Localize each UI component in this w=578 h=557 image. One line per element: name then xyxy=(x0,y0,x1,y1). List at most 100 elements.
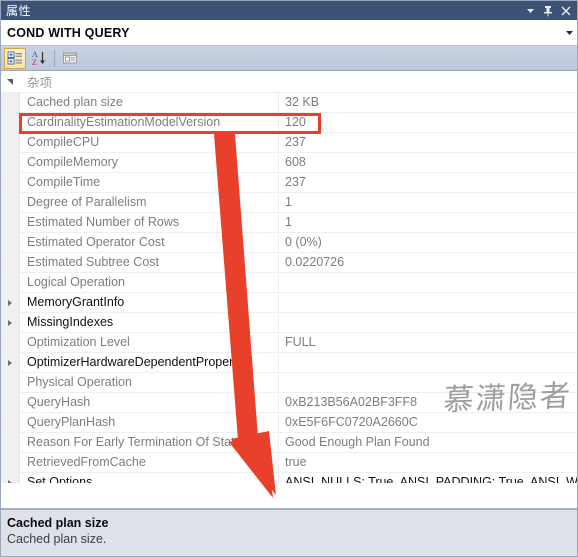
property-name: MissingIndexes xyxy=(19,313,279,332)
triangle-right-icon xyxy=(8,359,12,366)
property-value[interactable]: 0xE5F6FC0720A2660C xyxy=(279,413,577,432)
property-value[interactable]: 32 KB xyxy=(279,93,577,112)
property-value[interactable]: ANSI_NULLS: True, ANSI_PADDING: True, AN… xyxy=(279,473,577,483)
description-pane: Cached plan size Cached plan size. xyxy=(1,508,577,556)
triangle-right-icon xyxy=(8,319,12,326)
table-row[interactable]: CardinalityEstimationModelVersion 120 xyxy=(1,113,577,133)
property-name: Estimated Operator Cost xyxy=(19,233,279,252)
table-row[interactable]: MissingIndexes xyxy=(1,313,577,333)
row-expander xyxy=(1,133,19,152)
row-expander xyxy=(1,153,19,172)
row-expander xyxy=(1,433,19,452)
property-pages-button[interactable] xyxy=(59,48,81,69)
svg-text:Z: Z xyxy=(32,58,37,66)
property-name: Set Options xyxy=(19,473,279,483)
category-row-misc[interactable]: 杂项 xyxy=(1,71,577,93)
row-expander xyxy=(1,413,19,432)
table-row[interactable]: Degree of Parallelism 1 xyxy=(1,193,577,213)
table-row[interactable]: Logical Operation xyxy=(1,273,577,293)
property-value[interactable] xyxy=(279,293,577,312)
close-icon[interactable] xyxy=(557,2,575,19)
property-value[interactable]: true xyxy=(279,453,577,472)
row-expander xyxy=(1,113,19,132)
table-row[interactable]: CompileCPU 237 xyxy=(1,133,577,153)
table-row[interactable]: Optimization Level FULL xyxy=(1,333,577,353)
table-row[interactable]: QueryPlanHash 0xE5F6FC0720A2660C xyxy=(1,413,577,433)
property-name: Optimization Level xyxy=(19,333,279,352)
object-selector[interactable]: COND WITH QUERY xyxy=(1,20,577,46)
row-expander xyxy=(1,393,19,412)
table-row[interactable]: Reason For Early Termination Of Statemen… xyxy=(1,433,577,453)
property-value[interactable] xyxy=(279,373,577,392)
window-titlebar: 属性 xyxy=(1,1,577,20)
chevron-down-icon[interactable] xyxy=(561,20,577,45)
row-expander xyxy=(1,373,19,392)
alphabetical-button[interactable]: A Z xyxy=(28,48,50,69)
description-text: Cached plan size. xyxy=(7,532,107,546)
property-name: Logical Operation xyxy=(19,273,279,292)
category-expander[interactable] xyxy=(1,71,19,92)
table-row[interactable]: QueryHash 0xB213B56A02BF3FF8 xyxy=(1,393,577,413)
category-label: 杂项 xyxy=(27,76,53,90)
table-row[interactable]: RetrievedFromCache true xyxy=(1,453,577,473)
property-name: CompileTime xyxy=(19,173,279,192)
property-value[interactable]: 0.0220726 xyxy=(279,253,577,272)
property-name: RetrievedFromCache xyxy=(19,453,279,472)
row-expander xyxy=(1,213,19,232)
table-row[interactable]: Set Options ANSI_NULLS: True, ANSI_PADDI… xyxy=(1,473,577,483)
property-value[interactable]: 237 xyxy=(279,173,577,192)
property-value[interactable] xyxy=(279,313,577,332)
triangle-right-icon xyxy=(8,479,12,483)
property-name: Reason For Early Termination Of Statemen… xyxy=(19,433,279,452)
table-row[interactable]: CompileMemory 608 xyxy=(1,153,577,173)
property-name: CompileCPU xyxy=(19,133,279,152)
row-expander xyxy=(1,253,19,272)
pin-icon[interactable] xyxy=(539,2,557,19)
property-name: QueryPlanHash xyxy=(19,413,279,432)
description-title: Cached plan size xyxy=(7,516,109,530)
properties-window: 属性 COND WITH QUERY A Z 杂项 Cached plan si… xyxy=(0,0,578,557)
property-value[interactable] xyxy=(279,353,577,372)
row-expander xyxy=(1,193,19,212)
dropdown-icon[interactable] xyxy=(521,2,539,19)
row-expander[interactable] xyxy=(1,473,19,483)
property-grid[interactable]: 杂项 Cached plan size 32 KB CardinalityEst… xyxy=(1,71,577,483)
table-row[interactable]: Estimated Number of Rows 1 xyxy=(1,213,577,233)
row-expander xyxy=(1,173,19,192)
property-name: CardinalityEstimationModelVersion xyxy=(19,113,279,132)
table-row[interactable]: Estimated Operator Cost 0 (0%) xyxy=(1,233,577,253)
property-value[interactable]: 120 xyxy=(279,113,577,132)
table-row[interactable]: Estimated Subtree Cost 0.0220726 xyxy=(1,253,577,273)
property-name: CompileMemory xyxy=(19,153,279,172)
property-value[interactable]: 1 xyxy=(279,213,577,232)
table-row[interactable]: MemoryGrantInfo xyxy=(1,293,577,313)
property-value[interactable] xyxy=(279,273,577,292)
property-value[interactable]: 0 (0%) xyxy=(279,233,577,252)
categorized-button[interactable] xyxy=(4,47,26,69)
property-value[interactable]: Good Enough Plan Found xyxy=(279,433,577,452)
property-value[interactable]: 0xB213B56A02BF3FF8 xyxy=(279,393,577,412)
row-expander xyxy=(1,93,19,112)
property-name: Estimated Subtree Cost xyxy=(19,253,279,272)
property-value[interactable]: FULL xyxy=(279,333,577,352)
row-expander[interactable] xyxy=(1,293,19,312)
table-row[interactable]: Physical Operation xyxy=(1,373,577,393)
row-expander xyxy=(1,333,19,352)
table-row[interactable]: Cached plan size 32 KB xyxy=(1,93,577,113)
property-value[interactable]: 237 xyxy=(279,133,577,152)
table-row[interactable]: OptimizerHardwareDependentProperties xyxy=(1,353,577,373)
table-row[interactable]: CompileTime 237 xyxy=(1,173,577,193)
property-value[interactable]: 608 xyxy=(279,153,577,172)
object-selector-value: COND WITH QUERY xyxy=(7,25,130,40)
triangle-right-icon xyxy=(8,299,12,306)
property-name: OptimizerHardwareDependentProperties xyxy=(19,353,279,372)
property-value[interactable]: 1 xyxy=(279,193,577,212)
properties-toolbar: A Z xyxy=(1,46,577,71)
property-name: MemoryGrantInfo xyxy=(19,293,279,312)
row-expander[interactable] xyxy=(1,313,19,332)
property-name: QueryHash xyxy=(19,393,279,412)
property-name: Cached plan size xyxy=(19,93,279,112)
row-expander xyxy=(1,233,19,252)
row-expander xyxy=(1,453,19,472)
row-expander[interactable] xyxy=(1,353,19,372)
